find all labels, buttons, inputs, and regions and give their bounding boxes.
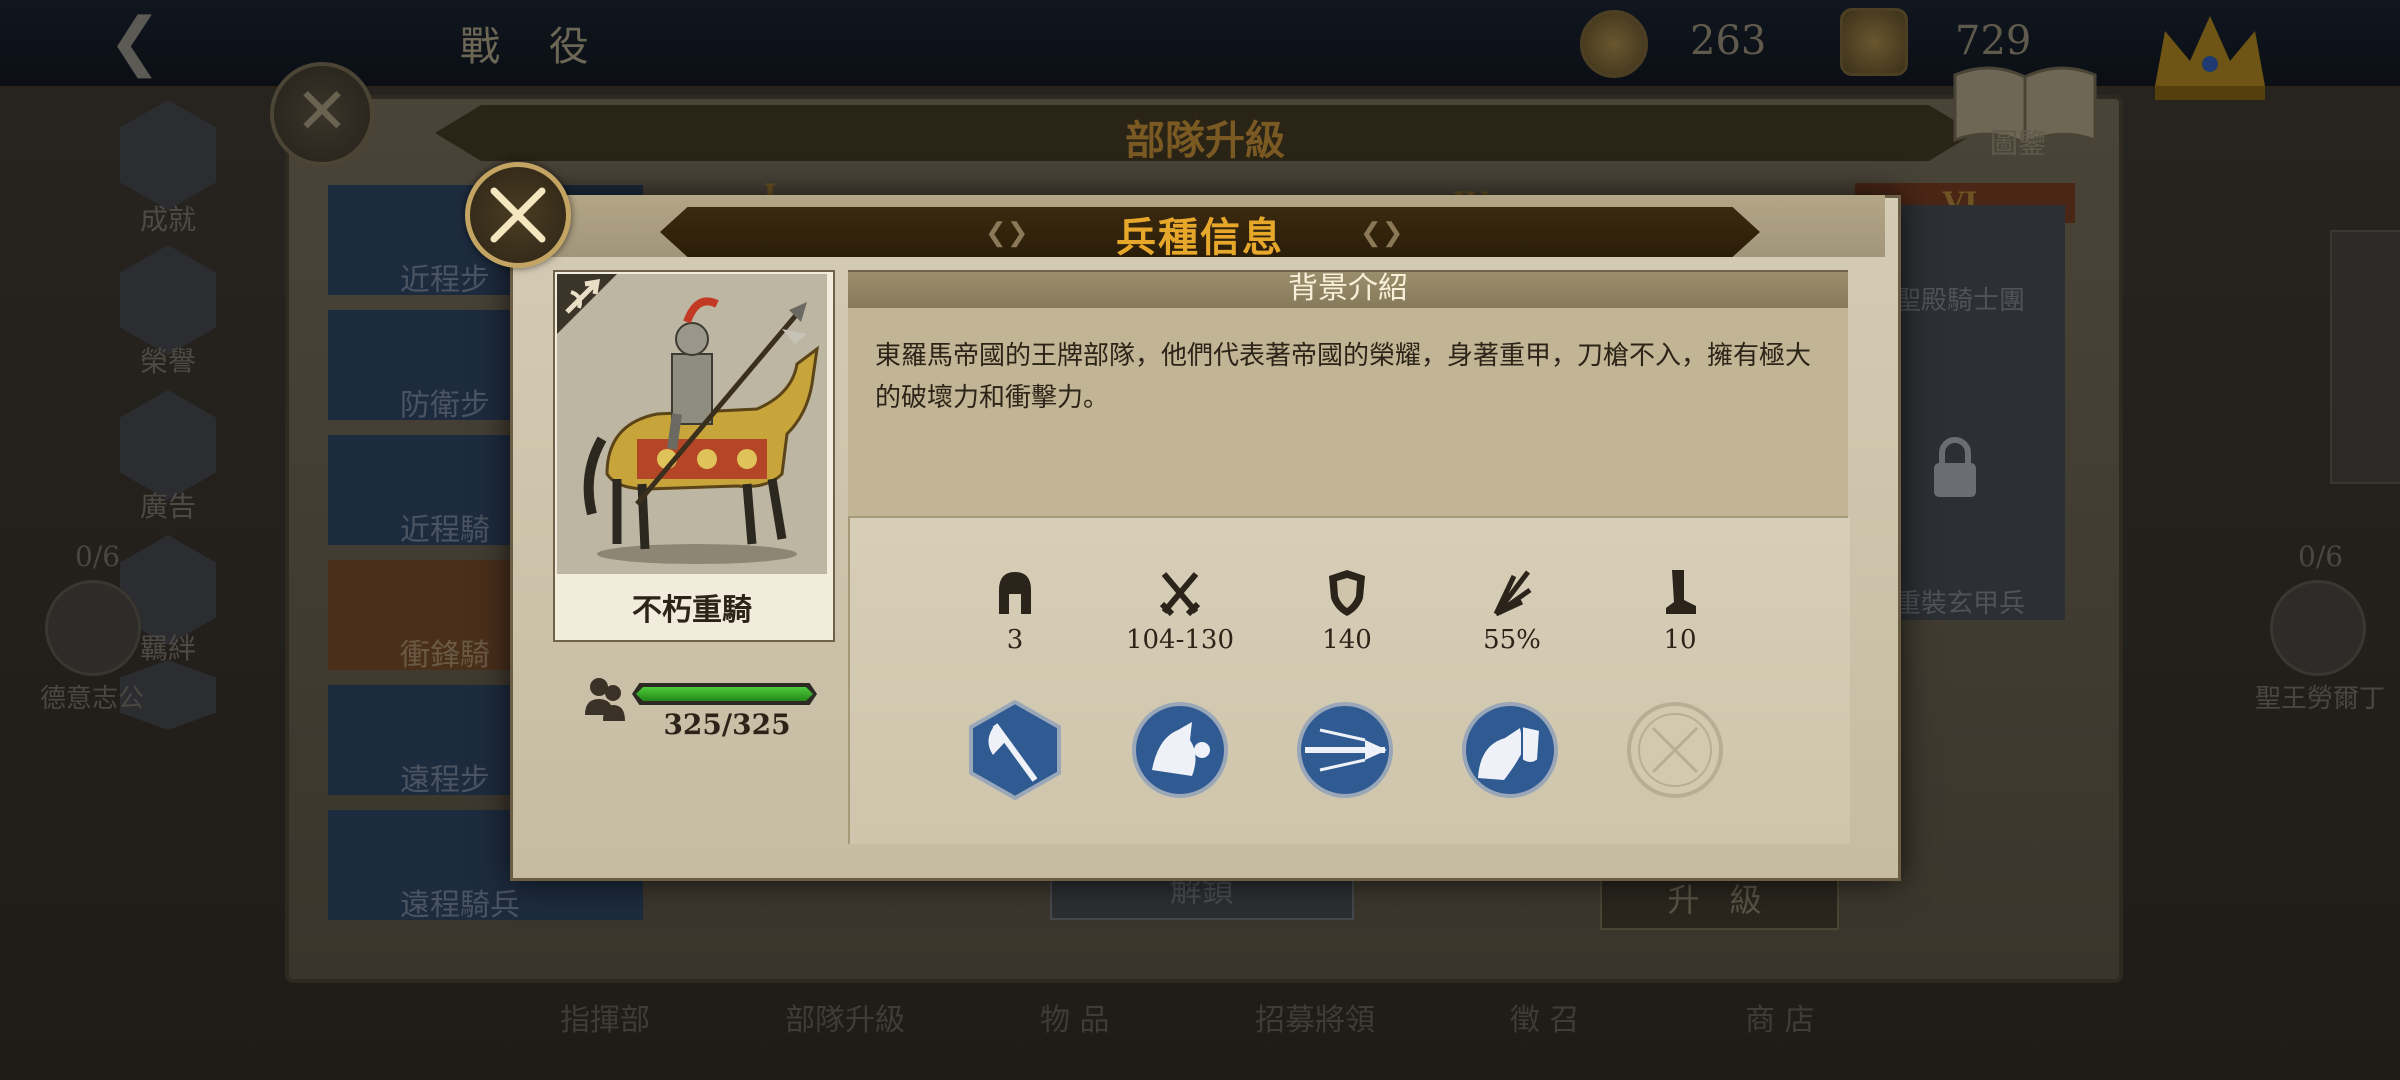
unit-card-name: 聖殿騎士團 [1895,286,2026,316]
helmet-icon [999,572,1031,614]
troop-count-text: 325/325 [663,708,791,741]
unit-card-name: 重裝玄甲兵 [1895,589,2026,619]
stat-value: 3 [1006,625,1024,655]
ornament-icon: ❮❯ [1360,218,1404,248]
armored-horse-skill-icon[interactable] [1460,700,1560,800]
right-progress-count: 0/6 [2298,540,2344,573]
next-card-preview[interactable] [2330,230,2400,484]
tab-label: 遠程騎兵 [400,888,520,923]
unit-name: 不朽重騎 [632,593,752,628]
stat-value: 10 [1663,625,1697,655]
back-arrow-icon[interactable]: ❮ [108,10,188,74]
left-general-name: 德意志公 [40,684,145,714]
stat-value: 140 [1322,625,1372,655]
panel-close-button[interactable]: ✕ [270,62,374,166]
intro-text: 東羅馬帝國的王牌部隊，他們代表著帝國的榮耀，身著重甲，刀槍不入，擁有極大的破壞力… [875,341,1812,413]
stat-value: 104-130 [1125,625,1235,655]
burst-icon [1493,570,1532,617]
sidebar-label-honor: 榮譽 [139,345,196,378]
page-title: 戰 役 [460,24,607,70]
sidebar-label-achievement: 成就 [139,203,196,236]
laurel-lock-icon[interactable] [45,580,141,676]
nav-shop[interactable]: 商 店 [1745,995,1815,1039]
crossed-swords-icon [1160,572,1200,617]
cavalry-type-icon [557,274,617,334]
lock-icon [1934,437,1976,497]
nav-conscript[interactable]: 徵 召 [1510,995,1580,1039]
book-label[interactable]: 圖鑒 [1990,122,2046,162]
cavalry-charge-skill-icon[interactable] [1130,700,1230,800]
close-icon [490,187,546,243]
nav-headquarters[interactable]: 指揮部 [560,995,650,1039]
laurel-lock-icon[interactable] [2270,580,2366,676]
nav-unit-upgrade[interactable]: 部隊升級 [785,995,905,1039]
coin-icon [1580,10,1648,78]
nav-items[interactable]: 物 品 [1040,995,1110,1039]
troop-count-fill [636,687,813,701]
boot-icon [1666,570,1696,614]
crest-icon [1840,8,1908,76]
close-button[interactable] [465,162,571,268]
right-general-name: 聖王勞爾丁 [2255,684,2386,714]
crown-icon[interactable] [2145,6,2275,106]
spear-thrust-skill-icon[interactable] [1295,700,1395,800]
sidebar-label-ads: 廣告 [139,490,196,523]
halberd-skill-icon[interactable] [965,700,1065,800]
coin-count: 263 [1690,18,1767,64]
dialog-title: 兵種信息 [1116,214,1284,261]
shield-icon [1329,570,1365,616]
stat-value: 55% [1483,625,1541,655]
panel-title: 部隊升級 [1125,117,1285,164]
intro-title: 背景介紹 [1288,271,1408,306]
troops-icon [585,678,625,721]
ornament-icon: ❮❯ [985,218,1029,248]
nav-recruit-generals[interactable]: 招募將領 [1255,995,1375,1039]
empty-skill-slot-icon [1627,702,1723,798]
left-progress-count: 0/6 [75,540,121,573]
